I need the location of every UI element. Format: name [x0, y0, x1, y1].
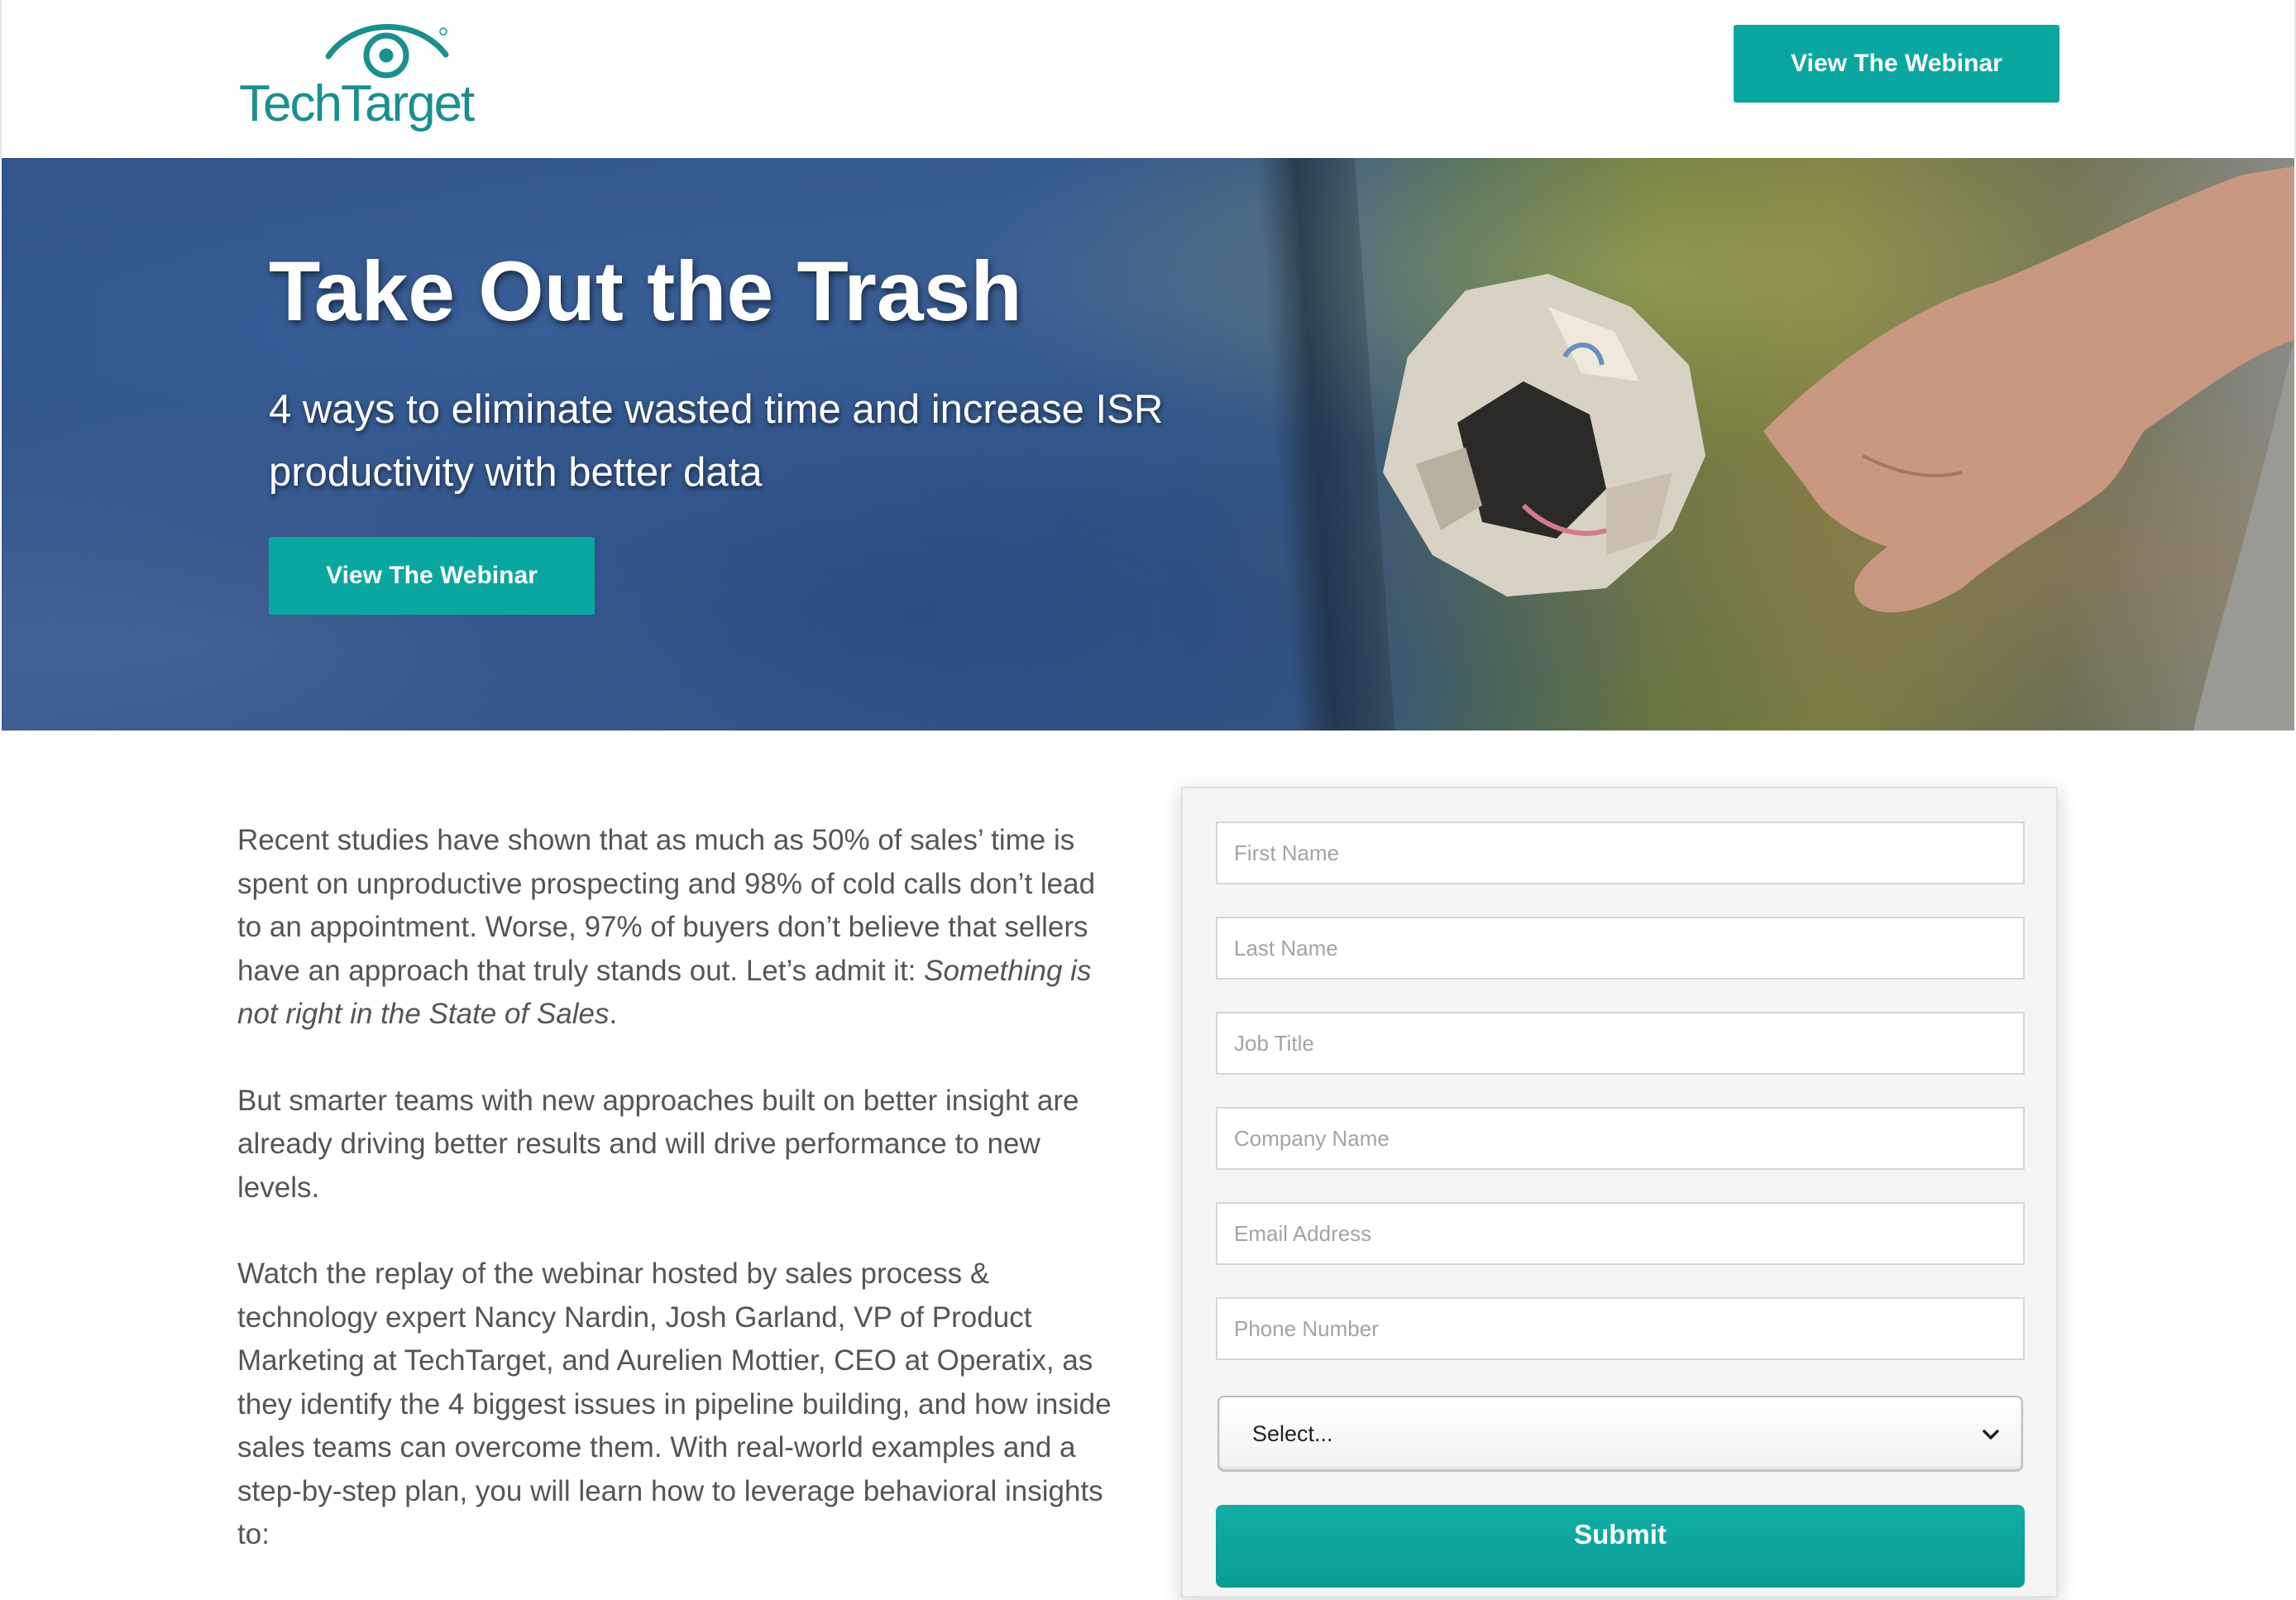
submit-button[interactable]: Submit	[1216, 1505, 2025, 1588]
hero-title: Take Out the Trash	[269, 244, 1022, 338]
company-name-field[interactable]	[1216, 1107, 2025, 1170]
eye-logo-icon	[325, 24, 449, 79]
description-paragraph-1: Recent studies have shown that as much a…	[237, 819, 1114, 1037]
site-header: TechTarget View The Webinar	[0, 0, 2296, 158]
registration-form: Select... Submit	[1181, 787, 2058, 1598]
last-name-field[interactable]	[1216, 917, 2025, 980]
country-select[interactable]: Select...	[1217, 1396, 2023, 1472]
hero-banner: Take Out the Trash 4 ways to eliminate w…	[2, 158, 2294, 731]
description-paragraph-2: But smarter teams with new approaches bu…	[237, 1084, 1079, 1204]
hero-subtitle: 4 ways to eliminate wasted time and incr…	[269, 387, 1164, 495]
email-address-field[interactable]	[1216, 1202, 2025, 1265]
logo-wordmark: TechTarget	[239, 75, 475, 132]
chevron-down-icon	[1983, 1430, 1999, 1440]
phone-number-field[interactable]	[1216, 1297, 2025, 1360]
hero-crumpled-paper-image	[1383, 274, 1705, 596]
first-name-field[interactable]	[1216, 822, 2025, 884]
select-value: Select...	[1252, 1421, 1333, 1446]
job-title-field[interactable]	[1216, 1012, 2025, 1075]
paragraph-1-end: .	[609, 998, 618, 1030]
techtarget-logo[interactable]: TechTarget	[239, 23, 475, 137]
view-webinar-header-button[interactable]: View The Webinar	[1734, 25, 2059, 103]
view-webinar-hero-button[interactable]: View The Webinar	[269, 537, 595, 615]
webinar-description: Recent studies have shown that as much a…	[237, 819, 1114, 1600]
description-paragraph-3: Watch the replay of the webinar hosted b…	[237, 1257, 1112, 1550]
